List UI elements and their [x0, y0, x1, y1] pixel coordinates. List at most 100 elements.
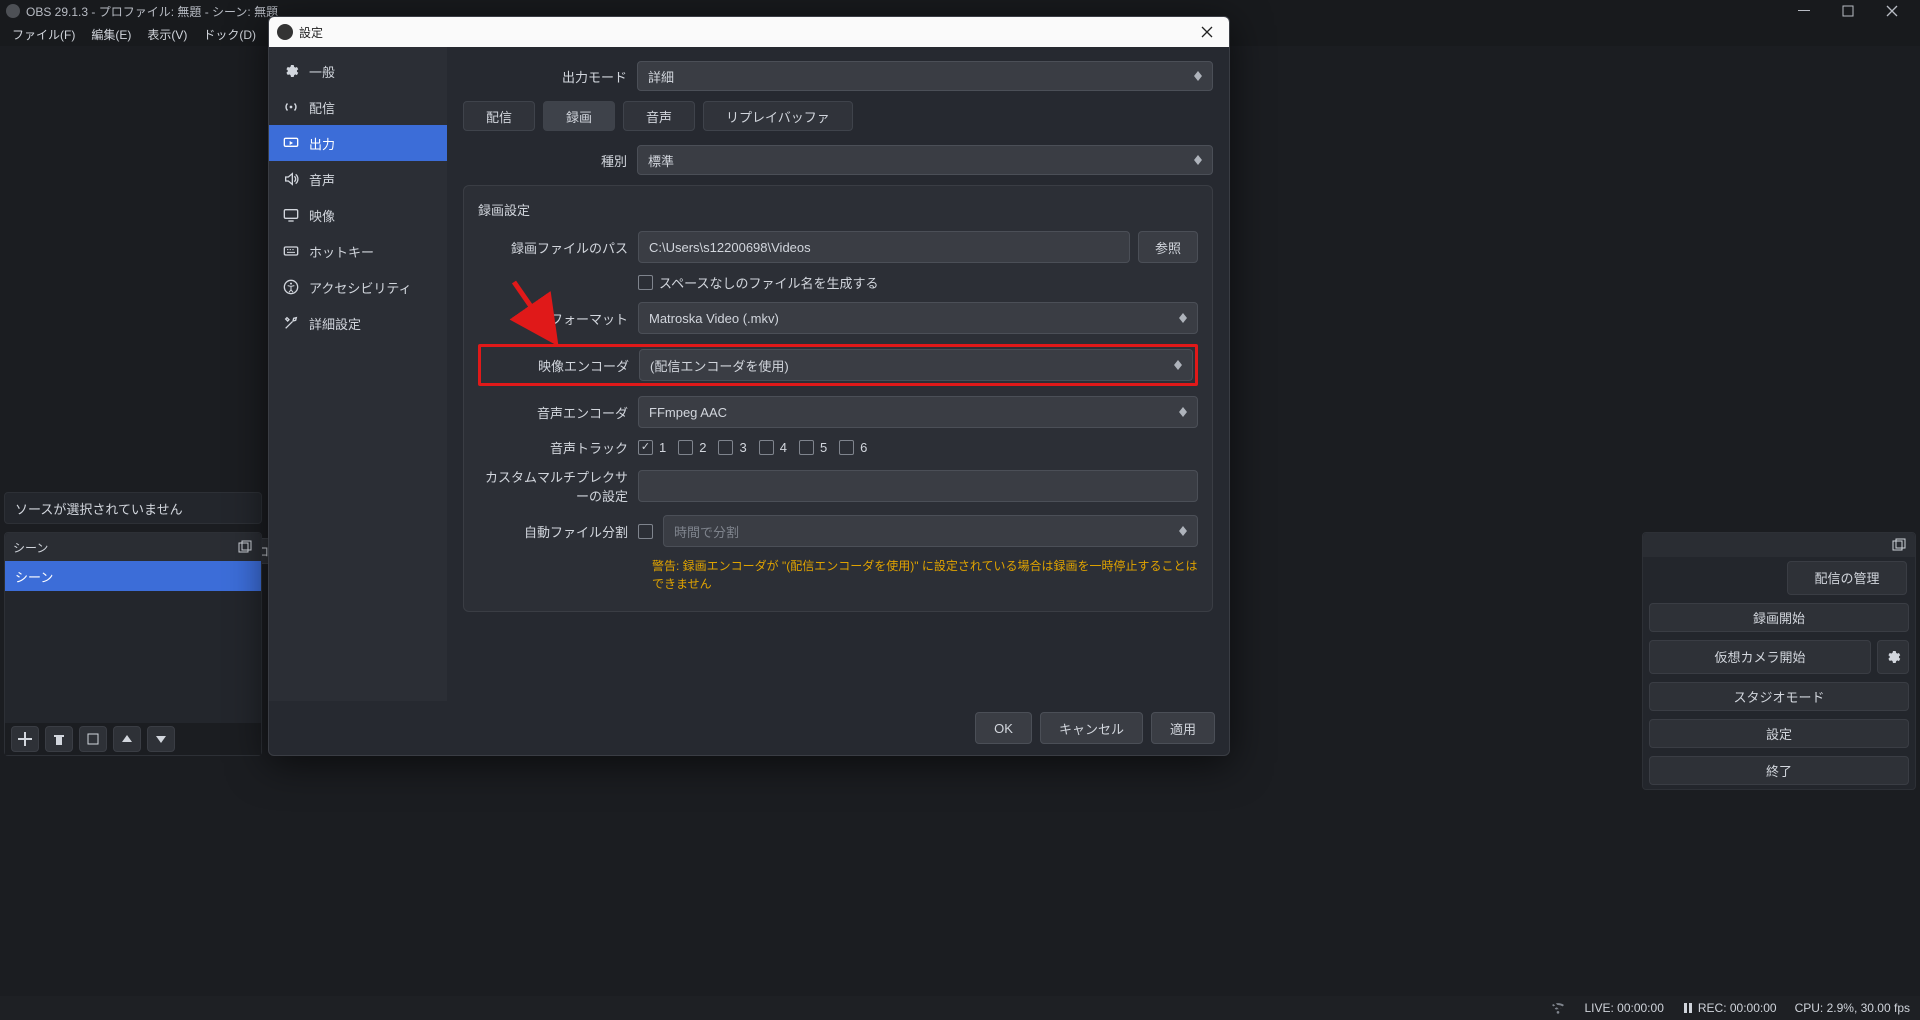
scenes-dock-header: シーン: [5, 533, 261, 561]
settings-content: 出力モード 詳細 配信 録画 音声 リプレイバッファ 種別 標準 録画設定 録画…: [447, 47, 1229, 701]
dock-popout-icon[interactable]: [237, 539, 253, 555]
chevron-updown-icon: [1175, 520, 1191, 542]
checkbox-icon: [759, 440, 774, 455]
track-6-checkbox[interactable]: 6: [839, 440, 867, 455]
output-mode-select[interactable]: 詳細: [637, 61, 1213, 91]
scene-filters-button[interactable]: [79, 726, 107, 752]
checkbox-icon: [638, 275, 653, 290]
virtual-camera-button[interactable]: 仮想カメラ開始: [1649, 640, 1871, 674]
manage-stream-button[interactable]: 配信の管理: [1787, 561, 1907, 595]
nospace-label: スペースなしのファイル名を生成する: [659, 273, 878, 292]
checkbox-icon: [799, 440, 814, 455]
status-cpu: CPU: 2.9%, 30.00 fps: [1795, 1001, 1910, 1015]
nav-general[interactable]: 一般: [269, 53, 447, 89]
menu-file[interactable]: ファイル(F): [4, 22, 83, 46]
nospace-checkbox-row[interactable]: スペースなしのファイル名を生成する: [638, 273, 878, 292]
path-label: 録画ファイルのパス: [478, 238, 638, 257]
controls-dock-header: [1643, 533, 1915, 557]
format-select[interactable]: Matroska Video (.mkv): [638, 302, 1198, 334]
mux-input[interactable]: [638, 470, 1198, 502]
exit-button[interactable]: 終了: [1649, 756, 1909, 785]
dialog-title: 設定: [299, 24, 323, 41]
tab-recording[interactable]: 録画: [543, 101, 615, 131]
studio-mode-button[interactable]: スタジオモード: [1649, 682, 1909, 711]
start-recording-button[interactable]: 録画開始: [1649, 603, 1909, 632]
scenes-toolstrip: [5, 723, 261, 755]
path-input[interactable]: C:\Users\s12200698\Videos: [638, 231, 1130, 263]
audio-encoder-select[interactable]: FFmpeg AAC: [638, 396, 1198, 428]
video-encoder-select[interactable]: (配信エンコーダを使用): [639, 349, 1193, 381]
nav-audio[interactable]: 音声: [269, 161, 447, 197]
track-3-checkbox[interactable]: 3: [718, 440, 746, 455]
tab-audio[interactable]: 音声: [623, 101, 695, 131]
split-checkbox[interactable]: [638, 524, 653, 539]
speaker-icon: [283, 171, 299, 187]
ok-button[interactable]: OK: [975, 712, 1032, 744]
scene-down-button[interactable]: [147, 726, 175, 752]
scene-item-active[interactable]: シーン: [5, 561, 261, 591]
tab-replay[interactable]: リプレイバッファ: [703, 101, 853, 131]
dialog-footer: OK キャンセル 適用: [269, 701, 1229, 755]
apply-button[interactable]: 適用: [1151, 712, 1215, 744]
window-title: OBS 29.1.3 - プロファイル: 無題 - シーン: 無題: [26, 3, 278, 20]
track-1-checkbox[interactable]: 1: [638, 440, 666, 455]
track-4-checkbox[interactable]: 4: [759, 440, 787, 455]
nav-hotkeys[interactable]: ホットキー: [269, 233, 447, 269]
track-5-checkbox[interactable]: 5: [799, 440, 827, 455]
checkbox-icon: [678, 440, 693, 455]
checkbox-icon: [839, 440, 854, 455]
output-icon: [283, 135, 299, 151]
virtual-camera-settings-button[interactable]: [1877, 640, 1909, 674]
gear-icon: [1885, 649, 1901, 665]
venc-label: 映像エンコーダ: [483, 356, 639, 375]
close-button[interactable]: [1870, 0, 1914, 22]
output-mode-label: 出力モード: [463, 67, 637, 86]
chevron-updown-icon: [1175, 401, 1191, 423]
dock-popout-icon[interactable]: [1891, 537, 1907, 553]
accessibility-icon: [283, 279, 299, 295]
remove-scene-button[interactable]: [45, 726, 73, 752]
aenc-label: 音声エンコーダ: [478, 403, 638, 422]
track-2-checkbox[interactable]: 2: [678, 440, 706, 455]
chevron-updown-icon: [1170, 354, 1186, 376]
nav-advanced[interactable]: 詳細設定: [269, 305, 447, 341]
settings-nav: 一般 配信 出力 音声 映像 ホットキー アクセシビリティ 詳細設定: [269, 47, 447, 701]
output-tabs: 配信 録画 音声 リプレイバッファ: [463, 101, 1213, 131]
sources-empty-text: ソースが選択されていません: [5, 491, 261, 526]
checkbox-icon: [718, 440, 733, 455]
maximize-button[interactable]: [1826, 0, 1870, 22]
controls-dock: 配信の管理 録画開始 仮想カメラ開始 スタジオモード 設定 終了: [1642, 532, 1916, 790]
chevron-updown-icon: [1190, 150, 1206, 170]
split-label: 自動ファイル分割: [478, 522, 638, 541]
monitor-icon: [283, 207, 299, 223]
nav-video[interactable]: 映像: [269, 197, 447, 233]
cancel-button[interactable]: キャンセル: [1040, 712, 1143, 744]
type-select[interactable]: 標準: [637, 145, 1213, 175]
browse-button[interactable]: 参照: [1138, 231, 1198, 263]
tools-icon: [283, 315, 299, 331]
menu-edit[interactable]: 編集(E): [83, 22, 139, 46]
scenes-dock: シーン シーン: [4, 532, 262, 756]
tab-stream[interactable]: 配信: [463, 101, 535, 131]
gear-icon: [283, 63, 299, 79]
menu-view[interactable]: 表示(V): [139, 22, 195, 46]
status-live: LIVE: 00:00:00: [1584, 1001, 1663, 1015]
add-scene-button[interactable]: [11, 726, 39, 752]
minimize-button[interactable]: [1782, 0, 1826, 22]
scenes-dock-title: シーン: [13, 539, 48, 556]
nav-output[interactable]: 出力: [269, 125, 447, 161]
scene-up-button[interactable]: [113, 726, 141, 752]
sources-empty-strip: ソースが選択されていません: [4, 492, 262, 524]
network-status-icon: [1550, 999, 1566, 1018]
dialog-titlebar: 設定: [269, 17, 1229, 47]
split-mode-select[interactable]: 時間で分割: [663, 515, 1198, 547]
nav-accessibility[interactable]: アクセシビリティ: [269, 269, 447, 305]
nav-stream[interactable]: 配信: [269, 89, 447, 125]
mux-label: カスタムマルチプレクサーの設定: [478, 467, 638, 505]
dialog-close-button[interactable]: [1193, 18, 1221, 46]
open-settings-button[interactable]: 設定: [1649, 719, 1909, 748]
settings-dialog: 設定 一般 配信 出力 音声 映像 ホットキー アクセシビリティ 詳細設定 出力…: [268, 16, 1230, 756]
menu-dock[interactable]: ドック(D): [195, 22, 264, 46]
recording-settings-group: 録画設定 録画ファイルのパス C:\Users\s12200698\Videos…: [463, 185, 1213, 612]
warning-text: 警告: 録画エンコーダが "(配信エンコーダを使用)" に設定されている場合は録…: [478, 557, 1198, 593]
